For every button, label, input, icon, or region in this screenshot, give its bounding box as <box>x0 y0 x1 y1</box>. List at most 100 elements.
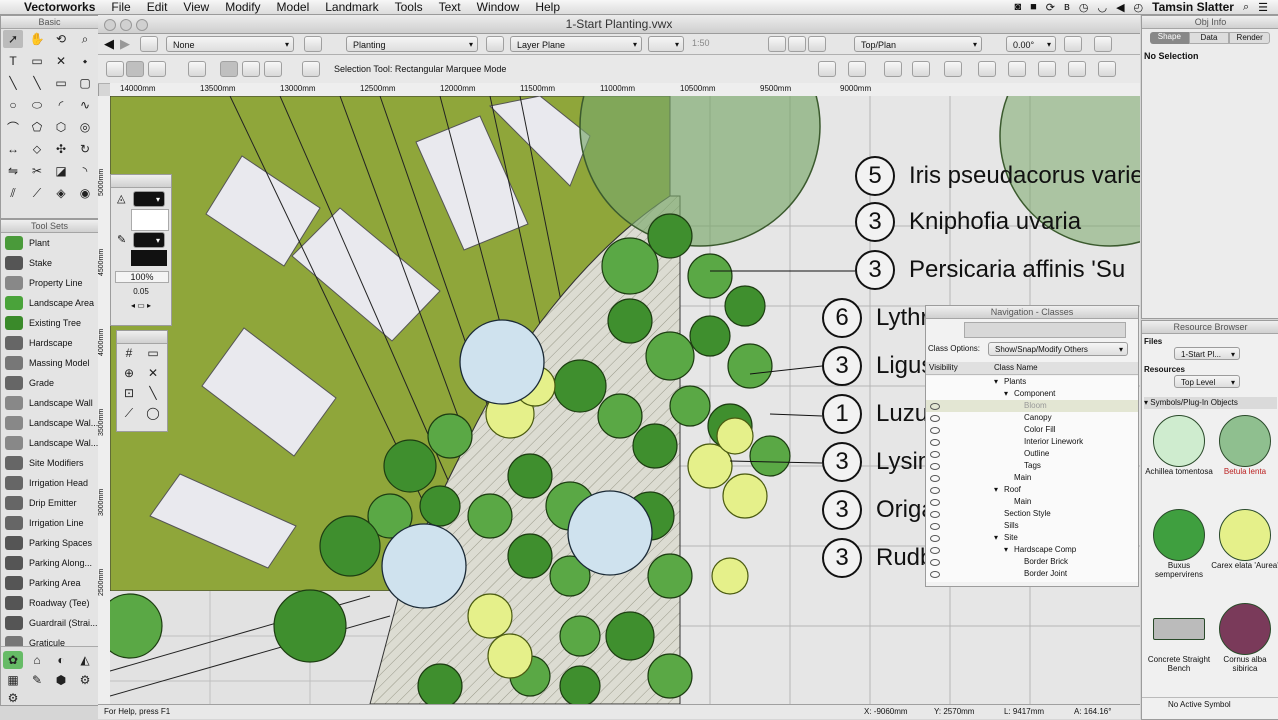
snap-to-object-icon[interactable]: ▭ <box>143 344 163 362</box>
scale-field[interactable]: 1:50 <box>692 38 710 48</box>
saved-views-icon[interactable] <box>1094 36 1112 52</box>
menu-edit[interactable]: Edit <box>139 0 176 14</box>
pan-tool-icon[interactable]: ✋ <box>27 30 47 48</box>
class-row[interactable]: ▾ Plants <box>926 376 1138 388</box>
regular-polygon-tool-icon[interactable]: ⬡ <box>51 118 71 136</box>
arrowheads-select[interactable]: ◂ ▭ ▸ <box>115 301 167 310</box>
time-machine-icon[interactable]: ◷ <box>1079 1 1089 14</box>
clock-icon[interactable]: ◴ <box>1134 1 1144 14</box>
polygon-tool-icon[interactable]: ⬠ <box>27 118 47 136</box>
toolset-item[interactable]: Landscape Area <box>1 293 98 313</box>
visibility-eye-icon[interactable] <box>930 559 940 566</box>
class-row[interactable]: Color Fill <box>926 424 1138 436</box>
visibility-eye-icon[interactable] <box>930 439 940 446</box>
flyover-tool-icon[interactable]: ⟲ <box>51 30 71 48</box>
toolset-item[interactable]: Parking Along... <box>1 553 98 573</box>
rounded-rect-tool-icon[interactable]: ▢ <box>75 74 95 92</box>
visibility-eye-icon[interactable] <box>930 571 940 578</box>
snap-grid-icon[interactable] <box>884 61 902 77</box>
class-row[interactable]: Main <box>926 496 1138 508</box>
zoom-tool-icon[interactable]: ⌕ <box>75 30 95 48</box>
reshape-tool-icon[interactable]: ⬦ <box>27 140 47 158</box>
menu-view[interactable]: View <box>175 0 217 14</box>
visibility-column-header[interactable]: Visibility <box>929 363 958 372</box>
menu-modify[interactable]: Modify <box>217 0 268 14</box>
close-window-icon[interactable] <box>104 19 116 31</box>
sync-icon[interactable]: ⟳ <box>1046 1 1055 14</box>
visibility-eye-icon[interactable] <box>930 475 940 482</box>
disclosure-triangle-icon[interactable]: ▾ <box>994 376 998 388</box>
toolset-item[interactable]: Parking Spaces <box>1 533 98 553</box>
toolset-item[interactable]: Irrigation Line <box>1 513 98 533</box>
snap-angle-icon[interactable] <box>912 61 930 77</box>
line-tool-icon[interactable]: ╲ <box>3 74 23 92</box>
machine-design-set-icon[interactable]: ⚙ <box>75 671 95 689</box>
class-row[interactable]: Border Joint <box>926 568 1138 580</box>
smart-edge-snap-icon[interactable]: ⟋ <box>119 404 139 422</box>
toolset-item[interactable]: Landscape Wal... <box>1 413 98 433</box>
class-row[interactable]: Bloom <box>926 400 1138 412</box>
stop-icon[interactable]: ■ <box>1030 1 1037 13</box>
menu-help[interactable]: Help <box>527 0 568 14</box>
toolset-item[interactable]: Landscape Wall <box>1 393 98 413</box>
class-row[interactable]: Main <box>926 472 1138 484</box>
symbol-item[interactable]: Concrete Straight Bench <box>1144 603 1214 673</box>
bluetooth-icon[interactable]: ʙ <box>1064 1 1070 13</box>
furniture-set-icon[interactable]: ▦ <box>3 671 23 689</box>
move-tool-icon[interactable]: ✣ <box>51 140 71 158</box>
site-planning-set-icon[interactable]: ✿ <box>3 651 23 669</box>
visibility-eye-icon[interactable] <box>930 523 940 530</box>
snap-to-angle-icon[interactable]: ⊕ <box>119 364 139 382</box>
circle-tool-icon[interactable]: ○ <box>3 96 23 114</box>
toolset-item[interactable]: Hardscape <box>1 333 98 353</box>
class-row[interactable]: Sills <box>926 520 1138 532</box>
tab-render[interactable]: Render <box>1229 32 1271 44</box>
toolset-item[interactable]: Stake <box>1 253 98 273</box>
files-select[interactable]: 1-Start Pl... <box>1174 347 1240 361</box>
class-options-select[interactable]: Show/Snap/Modify Others <box>988 342 1128 357</box>
camera-icon[interactable]: ◙ <box>1014 1 1021 13</box>
fill-style-select[interactable] <box>133 191 165 208</box>
class-row[interactable]: Section Style <box>926 508 1138 520</box>
menu-file[interactable]: File <box>103 0 138 14</box>
detailing-set-icon[interactable]: ◭ <box>75 651 95 669</box>
menu-text[interactable]: Text <box>431 0 469 14</box>
class-row[interactable]: ▾ Component <box>926 388 1138 400</box>
plant-tag[interactable]: 3 Persicaria affinis 'Su <box>855 250 1125 290</box>
toolset-item[interactable]: Irrigation Head <box>1 473 98 493</box>
clip-tool-icon[interactable]: ◪ <box>51 162 71 180</box>
class-row[interactable]: ▾ Site <box>926 532 1138 544</box>
notification-icon[interactable]: ☰ <box>1258 1 1268 14</box>
rotate-tool-icon[interactable]: ↻ <box>75 140 95 158</box>
snap-to-intersection-icon[interactable]: ✕ <box>143 364 163 382</box>
disclosure-triangle-icon[interactable]: ▾ <box>994 484 998 496</box>
split-tool-icon[interactable]: ⟋ <box>27 184 47 202</box>
symbol-item[interactable]: Achillea tomentosa <box>1144 415 1214 476</box>
mirror-tool-icon[interactable]: ⇋ <box>3 162 23 180</box>
toolset-item[interactable]: Property Line <box>1 273 98 293</box>
polyline-tool-icon[interactable]: ⌒ <box>3 118 23 136</box>
trim-tool-icon[interactable]: ✂ <box>27 162 47 180</box>
rectangle-tool-icon[interactable]: ▭ <box>51 74 71 92</box>
toolset-item[interactable]: Plant <box>1 233 98 253</box>
navigation-tabs[interactable] <box>964 322 1126 338</box>
settings-gear-icon[interactable]: ⚙ <box>3 689 23 705</box>
class-row[interactable]: Outline <box>926 448 1138 460</box>
callout-tool-icon[interactable]: ▭ <box>27 52 47 70</box>
toolset-item[interactable]: Massing Model <box>1 353 98 373</box>
layer-options-icon[interactable] <box>1064 36 1082 52</box>
class-row[interactable]: Interior Linework <box>926 436 1138 448</box>
text-tool-icon[interactable]: T <box>3 52 23 70</box>
forward-arrow-icon[interactable]: ▶ <box>120 36 130 52</box>
selection-tool-icon[interactable]: ➚ <box>3 30 23 48</box>
spotlight-search-icon[interactable]: ⌕ <box>1243 1 1249 14</box>
smart-points-icon[interactable] <box>1038 61 1056 77</box>
dims-notes-set-icon[interactable]: ✎ <box>27 671 47 689</box>
rectangular-marquee-icon[interactable] <box>220 61 238 77</box>
snap-intersection-icon[interactable] <box>944 61 962 77</box>
class-row[interactable]: Canopy <box>926 412 1138 424</box>
snap-to-grid-icon[interactable]: # <box>119 344 139 362</box>
mode-interactive-scaling-icon[interactable] <box>126 61 144 77</box>
visibility-eye-icon[interactable] <box>930 463 940 470</box>
preferences-icon[interactable] <box>302 61 320 77</box>
